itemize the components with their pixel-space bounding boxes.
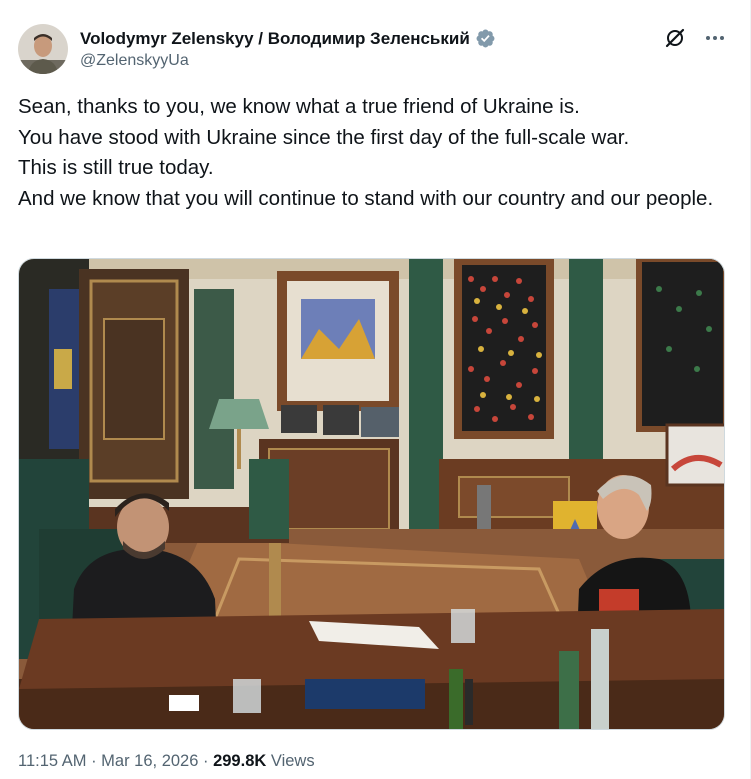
user-handle[interactable]: @ZelenskyyUa	[80, 52, 496, 70]
meta-separator: ·	[86, 752, 102, 770]
tweet-header: Volodymyr Zelenskyy / Володимир Зеленськ…	[18, 24, 733, 76]
tweet-time[interactable]: 11:15 AM	[18, 752, 87, 770]
display-name[interactable]: Volodymyr Zelenskyy / Володимир Зеленськ…	[80, 29, 470, 49]
meta-separator: ·	[198, 752, 214, 770]
avatar[interactable]	[18, 24, 68, 74]
grok-icon[interactable]	[663, 26, 687, 50]
views-label: Views	[266, 752, 315, 770]
tweet-photo[interactable]	[18, 258, 725, 730]
tweet-date[interactable]: Mar 16, 2026	[101, 752, 198, 770]
tweet-meta: 11:15 AM · Mar 16, 2026 · 299.8K Views	[18, 752, 315, 771]
views-count[interactable]: 299.8K	[213, 752, 266, 770]
tweet-line: You have stood with Ukraine since the fi…	[18, 125, 630, 149]
more-icon[interactable]	[703, 26, 727, 50]
tweet-line: And we know that you will continue to st…	[18, 186, 714, 210]
tweet-line: Sean, thanks to you, we know what a true…	[18, 95, 580, 118]
tweet-card: Volodymyr Zelenskyy / Володимир Зеленськ…	[0, 0, 751, 779]
verified-badge-icon[interactable]	[475, 28, 496, 49]
tweet-line: This is still true today.	[18, 156, 214, 179]
tweet-text: Sean, thanks to you, we know what a true…	[18, 92, 730, 214]
